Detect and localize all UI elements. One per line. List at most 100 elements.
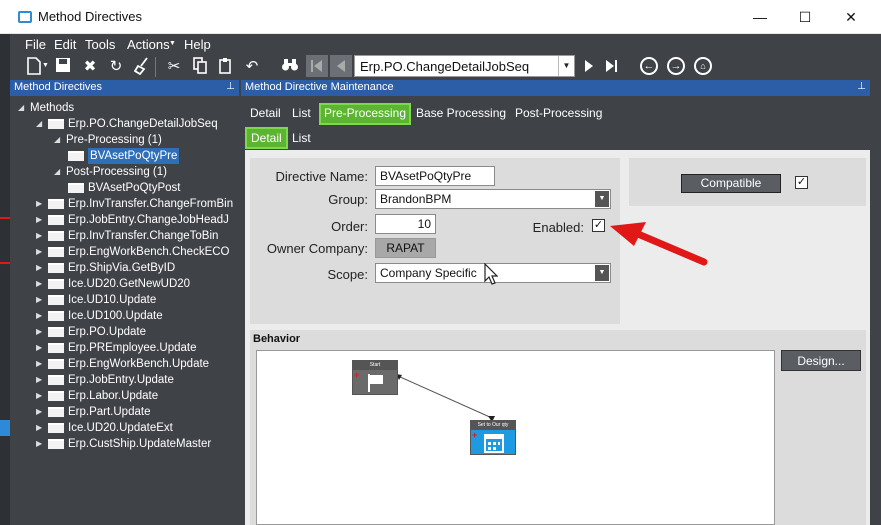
pin-icon[interactable]: ⊥ [857,81,866,92]
cut-icon[interactable]: ✂ [164,57,184,77]
enabled-checkbox[interactable]: ✓ [592,219,605,232]
tree-expand-icon[interactable]: ▶ [36,276,42,292]
minimize-button[interactable]: — [737,4,783,30]
tree-expand-icon[interactable]: ▶ [36,292,42,308]
tree-collapse-icon[interactable]: ◢ [54,164,60,180]
menu-edit[interactable]: Edit [54,37,76,52]
tree-item[interactable]: Erp.Labor.Update [68,388,158,404]
tree-item[interactable]: Pre-Processing (1) [66,132,162,148]
tree-item[interactable]: Ice.UD20.GetNewUD20 [68,276,190,292]
close-button[interactable]: ✕ [828,4,874,30]
tree-item[interactable]: BVAsetPoQtyPost [88,180,180,196]
tree-item[interactable]: Erp.JobEntry.Update [68,372,174,388]
back-icon[interactable]: ← [640,57,658,75]
binoculars-icon[interactable] [280,57,300,77]
menu-tools[interactable]: Tools [85,37,115,52]
tree-expand-icon[interactable]: ▶ [36,244,42,260]
tree-item[interactable]: Erp.PREmployee.Update [68,340,196,356]
tree-expand-icon[interactable]: ▶ [36,340,42,356]
red-arrow-annotation [608,218,708,271]
tree-item[interactable]: Erp.PO.Update [68,324,146,340]
previous-record-button[interactable] [330,55,352,77]
tree-expand-icon[interactable]: ▶ [36,420,42,436]
tree-collapse-icon[interactable]: ◢ [36,116,42,132]
first-record-button[interactable] [306,55,328,77]
tree-item[interactable]: Erp.PO.ChangeDetailJobSeq [68,116,218,132]
right-panel-header: Method Directive Maintenance ⊥ [241,80,870,96]
order-label: Order: [331,219,368,234]
tab-pre-processing[interactable]: Pre-Processing [319,103,412,125]
tree-expand-icon[interactable]: ▶ [36,260,42,276]
tree-item[interactable]: Erp.ShipVia.GetByID [68,260,175,276]
tree-item[interactable]: Ice.UD20.UpdateExt [68,420,173,436]
tree-item[interactable]: Erp.JobEntry.ChangeJobHeadJ [68,212,229,228]
tree-expand-icon[interactable]: ▶ [36,212,42,228]
tree-expand-icon[interactable]: ▶ [36,388,42,404]
menu-file[interactable]: File [25,37,46,52]
directive-name-field[interactable]: BVAsetPoQtyPre [375,166,495,186]
tree-expand-icon[interactable]: ▶ [36,196,42,212]
start-node[interactable]: Start + [352,360,398,395]
undo-icon[interactable]: ↶ [242,57,262,77]
folder-icon [48,247,64,257]
group-value: BrandonBPM [380,192,452,206]
copy-icon[interactable] [190,57,210,77]
last-record-button[interactable] [602,55,622,77]
tree-item[interactable]: Erp.EngWorkBench.CheckECO [68,244,230,260]
group-select[interactable]: BrandonBPM ▼ [375,189,611,209]
tree-expand-icon[interactable]: ▶ [36,404,42,420]
tree-expand-icon[interactable]: ▶ [36,308,42,324]
tree-item[interactable]: Post-Processing (1) [66,164,167,180]
tree-expand-icon[interactable]: ▶ [36,356,42,372]
record-navigator-select[interactable]: Erp.PO.ChangeDetailJobSeq ▼ [354,55,575,77]
tree-item[interactable]: Erp.Part.Update [68,404,150,420]
tree-collapse-icon[interactable]: ◢ [18,100,24,116]
folder-icon [48,295,64,305]
tab-detail[interactable]: Detail [247,103,284,125]
menu-help[interactable]: Help [184,37,211,52]
tree-expand-icon[interactable]: ▶ [36,372,42,388]
compatible-checkbox[interactable]: ✓ [795,176,808,189]
next-record-button[interactable] [580,55,598,77]
chevron-down-icon[interactable]: ▼ [595,265,609,281]
tree-expand-icon[interactable]: ▶ [36,436,42,452]
folder-icon [48,375,64,385]
folder-icon [48,119,64,129]
tree-item[interactable]: Erp.InvTransfer.ChangeToBin [68,228,218,244]
forward-icon[interactable]: → [667,57,685,75]
new-icon[interactable] [24,57,44,77]
left-panel-title: Method Directives [14,81,103,93]
save-icon[interactable] [53,57,73,77]
design-button[interactable]: Design... [781,350,861,371]
tree-item[interactable]: Erp.InvTransfer.ChangeFromBin [68,196,233,212]
set-field-node[interactable]: Set to Our qty + [470,420,516,455]
chevron-down-icon[interactable]: ▼ [558,56,574,76]
calendar-grid-icon [484,433,504,456]
paste-icon[interactable] [216,57,236,77]
order-field[interactable]: 10 [375,214,436,234]
subtab-list[interactable]: List [288,127,315,149]
tree-item[interactable]: Methods [30,100,74,116]
tree-item[interactable]: BVAsetPoQtyPre [88,148,180,164]
clear-icon[interactable] [132,57,152,77]
tab-base-processing[interactable]: Base Processing [413,103,509,125]
tree-expand-icon[interactable]: ▶ [36,228,42,244]
chevron-down-icon[interactable]: ▼ [595,191,609,207]
tree-item[interactable]: Ice.UD10.Update [68,292,156,308]
tree-collapse-icon[interactable]: ◢ [54,132,60,148]
pin-icon[interactable]: ⊥ [226,81,235,92]
new-dropdown-icon[interactable]: ▼ [42,62,49,69]
tree-expand-icon[interactable]: ▶ [36,324,42,340]
folder-icon [68,183,84,193]
tree-item[interactable]: Erp.CustShip.UpdateMaster [68,436,211,452]
tab-list[interactable]: List [289,103,314,125]
tree-item[interactable]: Ice.UD100.Update [68,308,163,324]
subtab-detail[interactable]: Detail [245,127,288,149]
tree-item[interactable]: Erp.EngWorkBench.Update [68,356,209,372]
delete-icon[interactable]: ✖ [80,57,100,77]
tab-post-processing[interactable]: Post-Processing [512,103,605,125]
home-icon[interactable]: ⌂ [694,57,712,75]
maximize-button[interactable]: ☐ [782,4,828,30]
refresh-icon[interactable]: ↻ [106,57,126,77]
menu-actions[interactable]: Actions [127,37,170,52]
